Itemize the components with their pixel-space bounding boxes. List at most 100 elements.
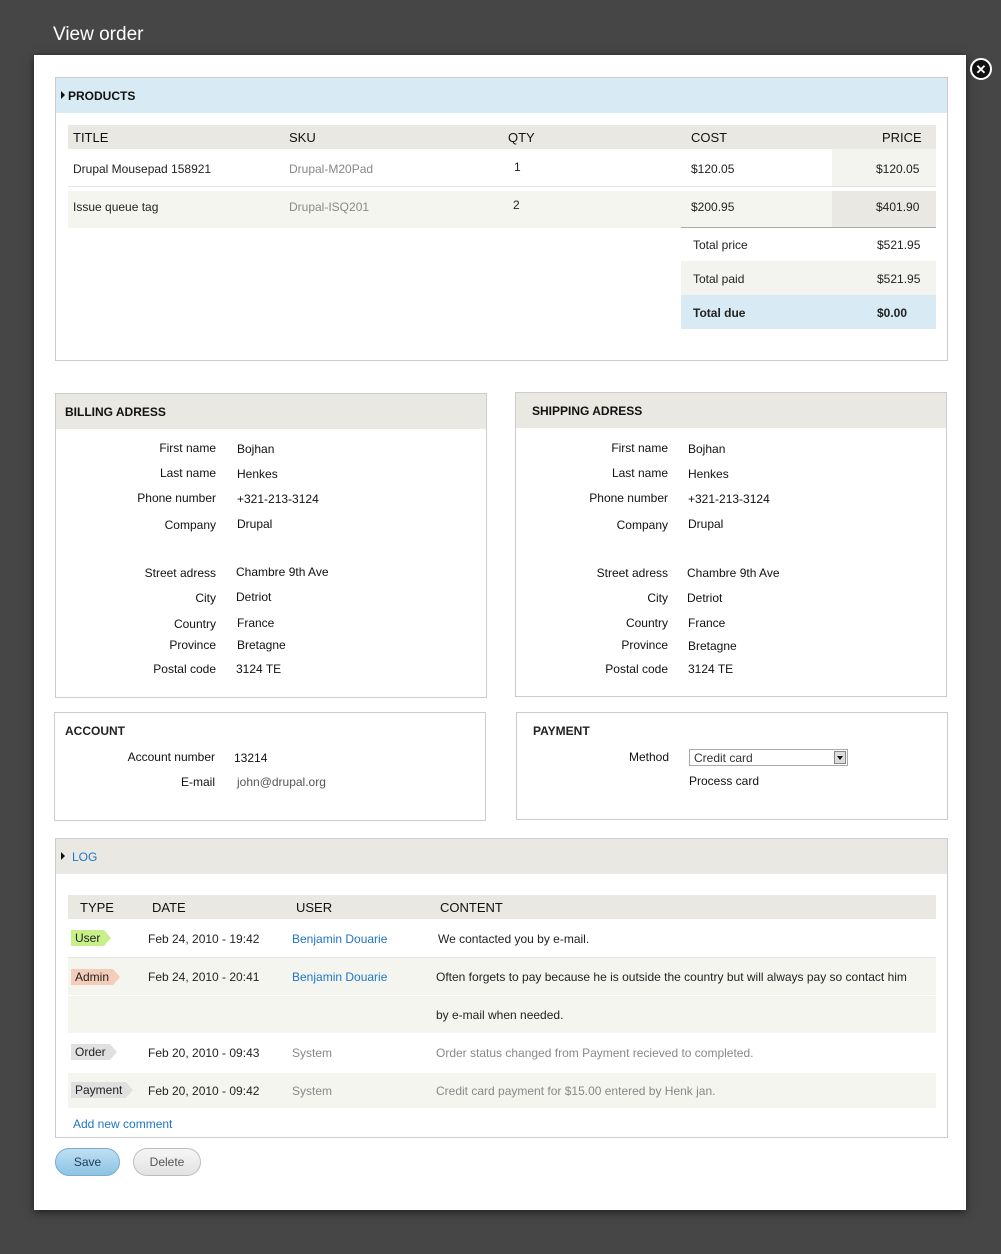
close-icon[interactable]: ✕ xyxy=(970,58,992,80)
field-label: Phone number xyxy=(589,491,668,505)
billing-title: BILLING ADRESS xyxy=(65,405,166,419)
field-label: Company xyxy=(616,518,668,532)
log-content: Order status changed from Payment reciev… xyxy=(436,1046,754,1060)
log-user-link[interactable]: Benjamin Douarie xyxy=(292,970,387,984)
field-value: Bretagne xyxy=(688,639,737,653)
log-content: Often forgets to pay because he is outsi… xyxy=(436,970,907,984)
type-badge-order: Order xyxy=(71,1044,117,1060)
col-price: PRICE xyxy=(882,130,922,145)
process-card-link[interactable]: Process card xyxy=(689,774,759,788)
add-comment-link[interactable]: Add new comment xyxy=(73,1117,172,1131)
type-badge-user: User xyxy=(71,930,112,946)
total-due-value: $0.00 xyxy=(877,306,908,320)
expand-triangle-icon xyxy=(61,852,65,860)
field-value: 3124 TE xyxy=(688,662,734,676)
email-value: john@drupal.org xyxy=(237,775,326,789)
field-label: First name xyxy=(611,441,668,455)
product-sku: Drupal-ISQ201 xyxy=(289,200,370,214)
total-price-label: Total price xyxy=(693,238,748,252)
log-content: Credit card payment for $15.00 entered b… xyxy=(436,1084,716,1098)
log-date: Feb 24, 2010 - 19:42 xyxy=(148,932,260,946)
field-value: 3124 TE xyxy=(236,662,282,676)
account-section: ACCOUNT Account number 13214 E-mail john… xyxy=(54,712,486,821)
log-row: Admin Feb 24, 2010 - 20:41 Benjamin Doua… xyxy=(68,958,936,1033)
type-badge-label: Payment xyxy=(75,1083,123,1097)
billing-address-section: BILLING ADRESS First name Bojhan Last na… xyxy=(55,393,487,698)
account-number-label: Account number xyxy=(127,750,215,764)
log-row: User Feb 24, 2010 - 19:42 Benjamin Douar… xyxy=(68,919,936,958)
col-qty: QTY xyxy=(508,130,535,145)
product-cost: $120.05 xyxy=(691,162,735,176)
log-content: We contacted you by e-mail. xyxy=(438,932,590,946)
field-value: Drupal xyxy=(688,517,724,531)
col-date: DATE xyxy=(152,900,186,915)
type-badge-label: User xyxy=(75,931,101,945)
field-label: City xyxy=(647,591,668,605)
field-value: Henkes xyxy=(237,467,278,481)
table-row: Issue queue tag Drupal-ISQ201 2 $200.95 … xyxy=(68,191,936,228)
payment-section: PAYMENT Method Credit card Process card xyxy=(516,712,948,820)
payment-title: PAYMENT xyxy=(533,724,590,738)
type-badge-payment: Payment xyxy=(71,1082,134,1098)
log-date: Feb 24, 2010 - 20:41 xyxy=(148,970,260,984)
field-value: France xyxy=(237,616,275,630)
products-table-header: TITLE SKU QTY COST PRICE xyxy=(68,125,936,149)
log-row: Payment Feb 20, 2010 - 09:42 System Cred… xyxy=(68,1073,936,1108)
log-title[interactable]: LOG xyxy=(72,850,97,864)
product-sku: Drupal-M20Pad xyxy=(289,162,374,176)
products-header[interactable]: PRODUCTS xyxy=(56,78,947,113)
account-number-link[interactable]: 13214 xyxy=(234,751,267,765)
field-label: Country xyxy=(625,616,668,630)
col-content: CONTENT xyxy=(440,900,503,915)
col-type: TYPE xyxy=(80,900,114,915)
payment-method-value: Credit card xyxy=(694,751,753,765)
product-qty: 1 xyxy=(514,160,521,174)
shipping-address-section: SHIPPING ADRESS First name Bojhan Last n… xyxy=(515,392,947,697)
product-price: $401.90 xyxy=(876,200,920,214)
field-label: Last name xyxy=(611,466,668,480)
type-badge-label: Admin xyxy=(75,970,110,984)
product-title: Issue queue tag xyxy=(73,200,159,214)
col-title: TITLE xyxy=(73,130,109,145)
col-sku: SKU xyxy=(289,130,316,145)
col-user: USER xyxy=(296,900,333,915)
total-due-label: Total due xyxy=(693,306,746,320)
field-value: Bretagne xyxy=(237,638,286,652)
field-label: Country xyxy=(173,617,216,631)
field-label: Postal code xyxy=(605,662,668,676)
save-button[interactable]: Save xyxy=(55,1148,120,1176)
field-value: Detriot xyxy=(687,591,723,605)
field-label: Street adress xyxy=(596,566,668,580)
field-label: Street adress xyxy=(144,566,216,580)
product-title: Drupal Mousepad 158921 xyxy=(73,162,212,176)
field-value: Bojhan xyxy=(688,442,726,456)
account-title: ACCOUNT xyxy=(65,724,125,738)
total-paid-value: $521.95 xyxy=(877,272,921,286)
type-badge-admin: Admin xyxy=(71,969,121,985)
product-cost: $200.95 xyxy=(691,200,735,214)
field-value: Chambre 9th Ave xyxy=(687,566,780,580)
field-value: Chambre 9th Ave xyxy=(236,565,329,579)
order-dialog: PRODUCTS TITLE SKU QTY COST PRICE Drupal… xyxy=(34,55,966,1210)
chevron-down-icon[interactable] xyxy=(834,751,846,764)
delete-button[interactable]: Delete xyxy=(133,1148,201,1176)
product-qty: 2 xyxy=(513,198,520,212)
log-user-link[interactable]: Benjamin Douarie xyxy=(292,932,387,946)
field-value: +321-213-3124 xyxy=(688,492,770,506)
log-user: System xyxy=(292,1046,333,1060)
field-value: Henkes xyxy=(688,467,729,481)
product-price: $120.05 xyxy=(876,162,920,176)
log-header[interactable]: LOG xyxy=(56,839,947,874)
field-label: First name xyxy=(159,441,216,455)
log-content-continued: by e-mail when needed. xyxy=(436,1008,564,1022)
field-label: Phone number xyxy=(137,491,216,505)
payment-method-select[interactable]: Credit card xyxy=(689,749,848,766)
field-value: Detriot xyxy=(236,590,272,604)
log-table-header: TYPE DATE USER CONTENT xyxy=(68,895,936,919)
total-price-value: $521.95 xyxy=(877,238,921,252)
field-label: City xyxy=(195,591,216,605)
col-cost: COST xyxy=(691,130,728,145)
expand-triangle-icon xyxy=(61,91,65,99)
type-badge-label: Order xyxy=(75,1045,106,1059)
field-value: Drupal xyxy=(237,517,273,531)
